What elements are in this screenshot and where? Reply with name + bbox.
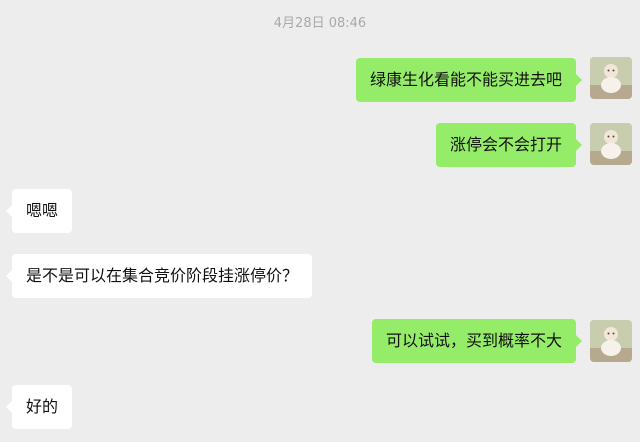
user-avatar-icon [590, 57, 632, 99]
user-avatar-icon [590, 123, 632, 165]
message-bubble-incoming[interactable]: 是不是可以在集合竞价阶段挂涨停价？ [5, 254, 313, 298]
message-bubble-outgoing[interactable]: 涨停会不会打开 [435, 123, 583, 167]
message-bubble-incoming[interactable]: 嗯嗯 [5, 189, 73, 233]
message-bubble-outgoing[interactable]: 绿康生化看能不能买进去吧 [355, 58, 583, 102]
user-avatar-icon [590, 320, 632, 362]
message-bubble-outgoing[interactable]: 可以试试，买到概率不大 [371, 319, 583, 363]
sender-avatar[interactable] [590, 57, 632, 99]
sender-avatar[interactable] [590, 320, 632, 362]
sender-avatar[interactable] [590, 123, 632, 165]
message-bubble-incoming[interactable]: 好的 [5, 385, 73, 429]
chat-timestamp: 4月28日 08:46 [273, 16, 367, 31]
